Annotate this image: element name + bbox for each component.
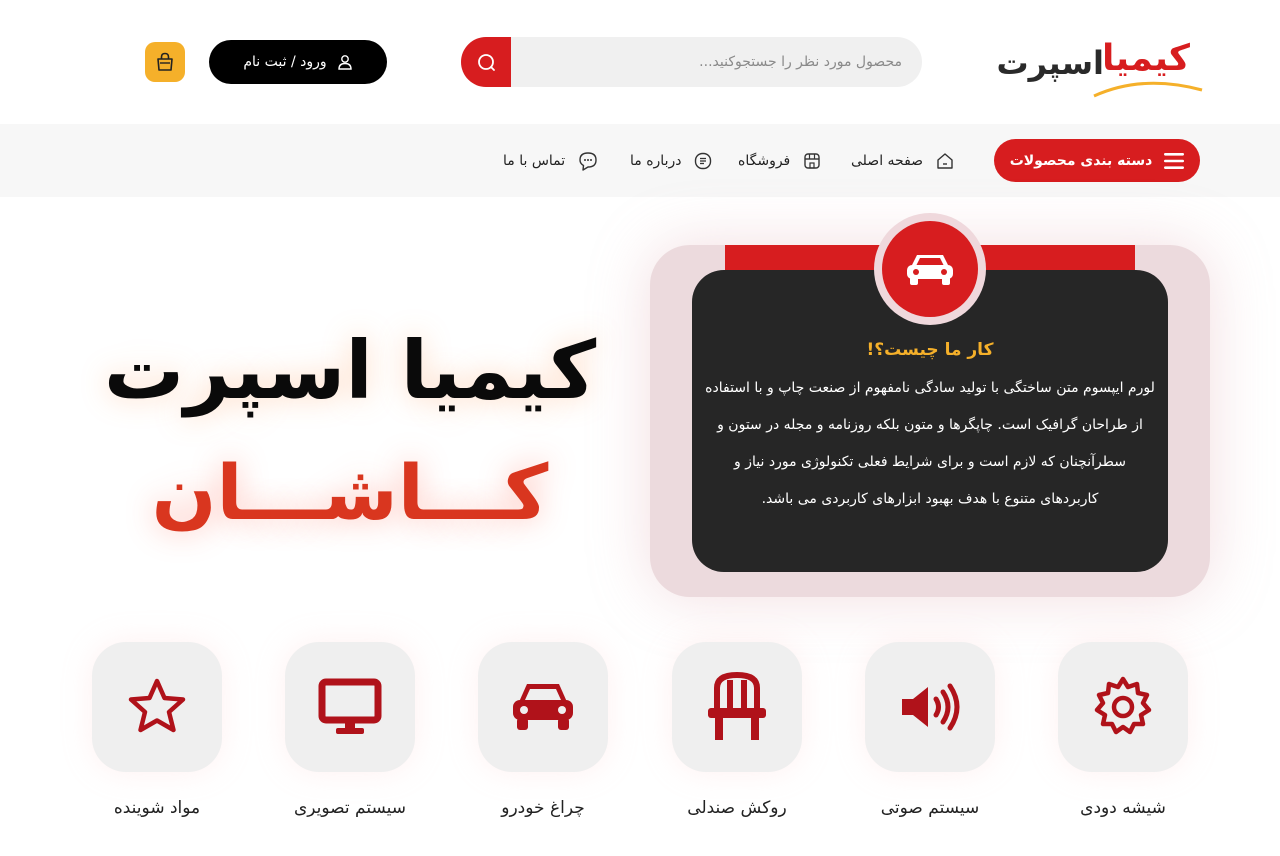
car-icon xyxy=(907,255,953,285)
category-menu-label: دسته بندی محصولات xyxy=(1009,152,1153,169)
category-tile[interactable] xyxy=(1058,642,1188,772)
category-label: سیستم تصویری xyxy=(293,798,407,818)
search-icon xyxy=(478,54,495,71)
chair-icon xyxy=(708,672,766,740)
category-item[interactable]: شیشه دودی xyxy=(1058,642,1188,818)
category-tile[interactable] xyxy=(672,642,802,772)
menu-icon xyxy=(1164,152,1185,169)
monitor-icon xyxy=(318,678,382,734)
shopping-bag-icon xyxy=(157,52,173,71)
info-card-title: کار ما چیست؟! xyxy=(866,340,994,360)
category-menu-button[interactable]: دسته بندی محصولات xyxy=(994,139,1200,182)
main-navbar: دسته بندی محصولات صفحه اصلی فروشگاه دربا… xyxy=(0,124,1280,197)
home-icon xyxy=(937,153,953,169)
login-label: ورود / ثبت نام xyxy=(243,54,327,70)
category-label: چراغ خودرو xyxy=(501,798,585,818)
info-card-icon-badge xyxy=(882,221,978,317)
nav-item-label: تماس با ما xyxy=(503,153,566,169)
hero-city: کـــاشـــان xyxy=(151,448,549,537)
nav-item-label: فروشگاه xyxy=(738,153,791,169)
nav-item-label: درباره ما xyxy=(630,153,682,169)
search-input[interactable] xyxy=(512,37,922,87)
info-card-text: لورم ایپسوم متن ساختگی با تولید سادگی نا… xyxy=(705,380,1155,507)
nav-item-contact[interactable]: تماس با ما xyxy=(503,148,599,174)
chat-icon xyxy=(579,152,597,171)
nav-item-label: صفحه اصلی xyxy=(851,153,924,169)
category-item[interactable]: سیستم تصویری xyxy=(285,642,415,818)
cart-button[interactable] xyxy=(145,42,185,82)
nav-item-store[interactable]: فروشگاه xyxy=(738,148,822,174)
login-button[interactable]: ورود / ثبت نام xyxy=(209,40,387,84)
user-icon xyxy=(337,55,352,70)
category-item[interactable]: چراغ خودرو xyxy=(478,642,608,818)
hero-title: کیمیا اسپرت xyxy=(103,324,598,417)
store-icon xyxy=(804,153,820,169)
search-button[interactable] xyxy=(461,37,511,87)
gear-icon xyxy=(1094,676,1152,735)
category-label: مواد شوینده xyxy=(113,798,201,818)
logo-swoosh-icon xyxy=(1093,81,1203,98)
category-label: شیشه دودی xyxy=(1080,798,1166,818)
star-icon xyxy=(128,678,186,733)
category-tile[interactable] xyxy=(865,642,995,772)
car-icon xyxy=(513,684,573,730)
category-label: روکش صندلی xyxy=(687,798,787,818)
info-icon xyxy=(695,152,712,170)
category-tile[interactable] xyxy=(92,642,222,772)
logo-text-primary: کیمیا xyxy=(1102,38,1191,79)
nav-item-home[interactable]: صفحه اصلی xyxy=(851,148,955,174)
category-item[interactable]: روکش صندلی xyxy=(672,642,802,818)
nav-item-about[interactable]: درباره ما xyxy=(630,148,713,174)
category-tile[interactable] xyxy=(285,642,415,772)
logo-text-secondary: اسپرت xyxy=(996,44,1104,82)
category-label: سیستم صوتی xyxy=(880,798,980,818)
category-item[interactable]: سیستم صوتی xyxy=(865,642,995,818)
speaker-icon xyxy=(902,683,960,731)
category-tile[interactable] xyxy=(478,642,608,772)
category-item[interactable]: مواد شوینده xyxy=(92,642,222,818)
site-logo[interactable]: کیمیا اسپرت xyxy=(996,36,1206,102)
search-bar xyxy=(461,37,922,87)
